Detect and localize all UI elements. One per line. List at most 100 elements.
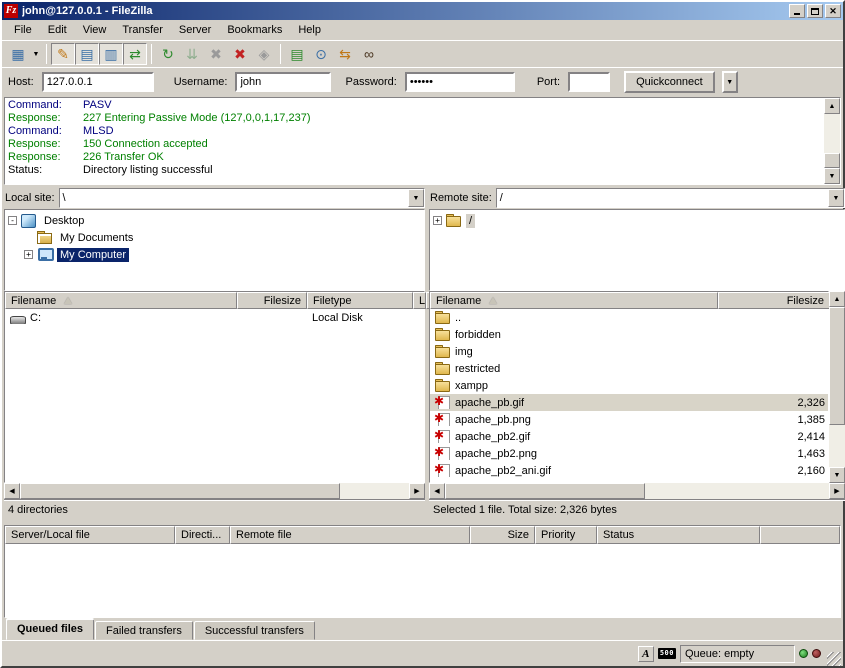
scroll-up-button[interactable]: ▲: [824, 98, 840, 114]
arrow-right-icon: ▶: [414, 488, 419, 495]
file-row[interactable]: apache_pb2.gif 2,414: [430, 428, 828, 445]
find-files-button[interactable]: ⊙: [309, 43, 333, 65]
remote-hscrollbar[interactable]: ◀ ▶: [429, 483, 845, 499]
host-input[interactable]: [42, 72, 154, 92]
file-row[interactable]: forbidden: [430, 326, 828, 343]
menu-item-view[interactable]: View: [75, 22, 115, 38]
scroll-thumb[interactable]: [445, 483, 645, 499]
scroll-down-button[interactable]: ▼: [824, 168, 840, 184]
site-manager-button[interactable]: ▦: [6, 43, 30, 65]
column-header-filesize[interactable]: Filesize: [237, 292, 307, 309]
scroll-left-button[interactable]: ◀: [429, 483, 445, 499]
tree-item[interactable]: +My Computer: [5, 246, 424, 263]
scroll-right-button[interactable]: ▶: [829, 483, 845, 499]
refresh-button[interactable]: ↻: [156, 43, 180, 65]
disconnect-button[interactable]: ✖: [228, 43, 252, 65]
quickconnect-button[interactable]: Quickconnect: [624, 71, 715, 93]
file-row[interactable]: C:Local Disk: [5, 309, 424, 326]
file-row[interactable]: restricted: [430, 360, 828, 377]
scroll-track[interactable]: [645, 483, 829, 499]
tree-item[interactable]: -Desktop: [5, 212, 424, 229]
password-input[interactable]: [405, 72, 515, 92]
scroll-track[interactable]: [824, 114, 840, 153]
log-line-text: 226 Transfer OK: [83, 151, 164, 164]
scroll-right-button[interactable]: ▶: [409, 483, 425, 499]
username-input[interactable]: [235, 72, 331, 92]
column-header-filesize[interactable]: Filesize: [718, 292, 829, 309]
tree-expander[interactable]: +: [433, 216, 442, 225]
column-header-remote-file[interactable]: Remote file: [230, 526, 470, 544]
speed-limit-icon[interactable]: 500: [658, 648, 676, 659]
toggle-queue-button[interactable]: ⇄: [123, 43, 147, 65]
scroll-track[interactable]: [340, 483, 409, 499]
remote-site-dropdown-button[interactable]: ▼: [828, 189, 844, 207]
local-hscrollbar[interactable]: ◀ ▶: [4, 483, 425, 499]
port-input[interactable]: [568, 72, 610, 92]
column-header-server-local-file[interactable]: Server/Local file: [5, 526, 175, 544]
filename-cell: img: [430, 345, 718, 358]
log-vscrollbar[interactable]: ▲ ▼: [824, 98, 840, 184]
file-row[interactable]: apache_pb.png1,385: [430, 411, 828, 428]
scroll-track[interactable]: [829, 425, 845, 467]
column-header-size[interactable]: Size: [470, 526, 535, 544]
file-row[interactable]: xampp: [430, 377, 828, 394]
file-row[interactable]: apache_pb2_ani.gif2,160: [430, 462, 828, 479]
menu-item-transfer[interactable]: Transfer: [114, 22, 171, 38]
menu-item-help[interactable]: Help: [290, 22, 329, 38]
menu-item-server[interactable]: Server: [171, 22, 219, 38]
toggle-remote-tree-button[interactable]: ▥: [99, 43, 123, 65]
local-site-combo[interactable]: \ ▼: [59, 188, 425, 208]
filesize-cell: 2,414: [718, 431, 829, 443]
menu-item-edit[interactable]: Edit: [40, 22, 75, 38]
menu-item-bookmarks[interactable]: Bookmarks: [219, 22, 290, 38]
filename-text: apache_pb.png: [455, 414, 531, 426]
toggle-local-tree-button[interactable]: ▤: [75, 43, 99, 65]
tree-expander[interactable]: -: [8, 216, 17, 225]
quickconnect-bar: Host: Username: Password: Port: Quickcon…: [2, 67, 843, 96]
column-header-status[interactable]: Status: [597, 526, 760, 544]
scroll-thumb[interactable]: [824, 153, 840, 168]
transfer-type-indicator[interactable]: A: [638, 646, 654, 662]
arrow-up-icon: ▲: [829, 103, 836, 110]
image-icon: [435, 430, 451, 443]
tree-expander[interactable]: +: [24, 250, 33, 259]
filter-button[interactable]: ∞: [357, 43, 381, 65]
local-site-dropdown-button[interactable]: ▼: [408, 189, 424, 207]
tab-successful-transfers[interactable]: Successful transfers: [194, 621, 315, 640]
column-header-filename[interactable]: Filename: [430, 292, 718, 309]
column-header-priority[interactable]: Priority: [535, 526, 597, 544]
directory-comparison-button[interactable]: ▤: [285, 43, 309, 65]
file-row[interactable]: apache_pb2.png1,463: [430, 445, 828, 462]
scroll-up-button[interactable]: ▲: [829, 291, 845, 307]
column-header-filename[interactable]: Filename: [5, 292, 237, 309]
scroll-left-button[interactable]: ◀: [4, 483, 20, 499]
tab-queued-files[interactable]: Queued files: [6, 619, 94, 640]
remote-vscrollbar[interactable]: ▲ ▼: [829, 291, 845, 483]
scroll-down-button[interactable]: ▼: [829, 467, 845, 483]
tree-item[interactable]: +/: [430, 212, 844, 229]
filename-text: apache_pb2.gif: [455, 431, 530, 443]
close-button[interactable]: ✕: [825, 4, 841, 18]
site-manager-dropdown-button[interactable]: ▼: [30, 43, 42, 65]
minimize-button[interactable]: [789, 4, 805, 18]
local-site-bar: Local site: \ ▼: [4, 187, 425, 209]
tree-item[interactable]: My Documents: [5, 229, 424, 246]
resize-grip[interactable]: [827, 652, 841, 666]
scroll-thumb[interactable]: [829, 307, 845, 425]
maximize-button[interactable]: [807, 4, 823, 18]
arrow-down-icon: ▼: [834, 472, 841, 479]
scroll-thumb[interactable]: [20, 483, 340, 499]
toggle-message-log-button[interactable]: ✎: [51, 43, 75, 65]
log-line-label: Response:: [5, 138, 83, 151]
column-header-filetype[interactable]: Filetype: [307, 292, 413, 309]
file-row[interactable]: ..: [430, 309, 828, 326]
image-icon: [435, 447, 451, 460]
file-row[interactable]: apache_pb.gif2,326: [430, 394, 828, 411]
remote-site-combo[interactable]: / ▼: [496, 188, 845, 208]
tab-failed-transfers[interactable]: Failed transfers: [95, 621, 193, 640]
menu-item-file[interactable]: File: [6, 22, 40, 38]
column-header-directi-[interactable]: Directi...: [175, 526, 230, 544]
synchronized-browsing-button[interactable]: ⇆: [333, 43, 357, 65]
quickconnect-dropdown-button[interactable]: ▼: [722, 71, 738, 93]
file-row[interactable]: img: [430, 343, 828, 360]
